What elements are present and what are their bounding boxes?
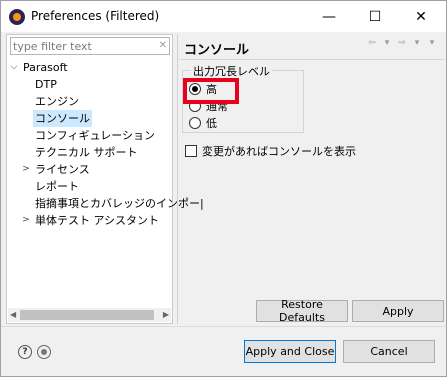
minimize-button[interactable]: — [306, 1, 352, 32]
show-console-checkbox[interactable] [185, 145, 197, 157]
restore-defaults-button[interactable]: Restore Defaults [256, 298, 348, 324]
close-button[interactable]: ✕ [398, 1, 444, 32]
tree-item-label: コンソール [33, 110, 92, 127]
tree-item[interactable]: ⌵ Parasoft [7, 59, 172, 76]
title-separator [179, 59, 445, 60]
view-menu-chevron-icon[interactable]: ▾ [425, 38, 439, 48]
title-bar[interactable]: Preferences (Filtered) — ☐ ✕ [1, 1, 446, 32]
forward-arrow-icon[interactable]: ⇨ [395, 38, 409, 48]
back-menu-chevron-icon[interactable]: ▾ [380, 38, 394, 48]
tree-collapse-chevron-icon[interactable]: > [21, 212, 31, 229]
tree-expand-chevron-icon[interactable]: ⌵ [9, 59, 19, 76]
tree-item-label: ライセンス [35, 163, 90, 176]
tree-item[interactable]: > ライセンス [7, 161, 172, 178]
filter-box: ✕ [10, 37, 170, 55]
import-export-icon[interactable] [37, 345, 51, 359]
tree-collapse-chevron-icon[interactable]: > [21, 161, 31, 178]
cancel-button[interactable]: Cancel [343, 340, 435, 363]
footer-separator [1, 326, 446, 327]
preferences-window: Preferences (Filtered) — ☐ ✕ ✕ ⌵ Parasoft… [0, 0, 447, 377]
scroll-right-arrow-icon[interactable]: ▶ [163, 308, 169, 322]
tree-item[interactable]: コンフィギュレーション [7, 127, 172, 144]
page-title: コンソール [184, 43, 250, 58]
tree-item[interactable]: 指摘事項とカバレッジのインポー| [7, 195, 204, 212]
tree-item[interactable]: レポート [7, 178, 172, 195]
clear-filter-icon[interactable]: ✕ [159, 40, 167, 51]
pane-divider[interactable] [177, 34, 178, 324]
tree-item-label: DTP [35, 78, 57, 91]
tree-item-label: エンジン [35, 95, 79, 108]
show-console-label: 変更があればコンソールを表示 [202, 145, 356, 158]
window-title: Preferences (Filtered) [31, 9, 160, 23]
annotation-highlight-box [183, 78, 239, 104]
tree-item[interactable]: DTP [7, 76, 172, 93]
maximize-button[interactable]: ☐ [352, 1, 398, 32]
show-console-option[interactable]: 変更があればコンソールを表示 [185, 143, 356, 159]
radio-button-low[interactable] [189, 117, 201, 129]
tree-item-label: 単体テスト アシスタント [35, 214, 160, 227]
scroll-left-arrow-icon[interactable]: ◀ [10, 308, 16, 322]
tree-item-label: レポート [35, 180, 79, 193]
eclipse-app-icon [9, 9, 25, 25]
filter-input[interactable] [11, 38, 151, 54]
tree-item-label: Parasoft [23, 61, 68, 74]
apply-and-close-button[interactable]: Apply and Close [244, 340, 336, 363]
tree-item[interactable]: テクニカル サポート [7, 144, 172, 161]
tree-item-label: テクニカル サポート [35, 146, 138, 159]
verbosity-group-label: 出力冗長レベル [191, 63, 272, 79]
tree-item[interactable]: エンジン [7, 93, 172, 110]
apply-button[interactable]: Apply [352, 300, 444, 322]
tree-horizontal-scrollbar[interactable]: ◀ ▶ [8, 308, 171, 322]
forward-menu-chevron-icon[interactable]: ▾ [410, 38, 424, 48]
preference-tree-pane: ✕ ⌵ Parasoft DTP エンジンコンソールコンフィギュレーションテクニカル … [6, 34, 204, 324]
help-icon[interactable]: ? [18, 345, 32, 359]
tree-item[interactable]: > 単体テスト アシスタント [7, 212, 172, 229]
tree-item-label: コンフィギュレーション [35, 129, 156, 142]
page-navigation: ⇦ ▾ ⇨ ▾ ▾ [365, 38, 439, 48]
radio-label-low: 低 [206, 117, 217, 130]
preference-page: コンソール ⇦ ▾ ⇨ ▾ ▾ 出力冗長レベル 高 通常 低 変更があればコンソ… [179, 34, 445, 324]
tree-item[interactable]: コンソール [7, 110, 172, 127]
back-arrow-icon[interactable]: ⇦ [365, 38, 379, 48]
scroll-thumb[interactable] [20, 310, 154, 320]
radio-option-low[interactable]: 低 [189, 115, 217, 131]
